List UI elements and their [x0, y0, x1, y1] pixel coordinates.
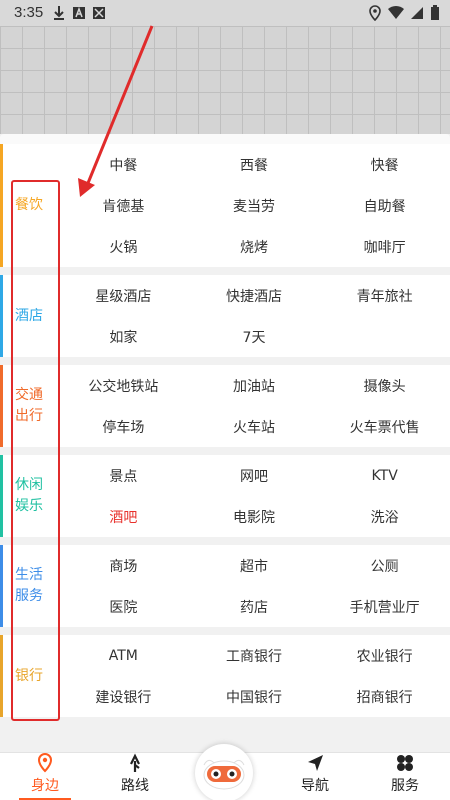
- category-item[interactable]: 景点: [58, 455, 189, 496]
- category-item[interactable]: 肯德基: [58, 185, 189, 226]
- status-time: 3:35: [14, 4, 44, 21]
- category-section: 休闲娱乐 景点 网吧 KTV 酒吧 电影院 洗浴: [0, 455, 450, 537]
- category-item[interactable]: 咖啡厅: [319, 226, 450, 267]
- category-color-bar: [0, 275, 3, 357]
- category-item[interactable]: 酒吧: [58, 496, 189, 537]
- category-item[interactable]: 农业银行: [319, 635, 450, 676]
- category-label-text: 餐饮: [15, 197, 43, 213]
- category-label[interactable]: 生活服务: [0, 545, 58, 627]
- font-a-icon: [73, 6, 85, 19]
- category-label-text: 休闲娱乐: [15, 477, 43, 514]
- category-item[interactable]: 工商银行: [189, 635, 320, 676]
- category-item[interactable]: 洗浴: [319, 496, 450, 537]
- no-signal-icon: [93, 7, 105, 19]
- category-item[interactable]: 公厕: [319, 545, 450, 586]
- nav-label: 路线: [121, 778, 149, 794]
- category-item[interactable]: 停车场: [58, 406, 189, 447]
- category-item[interactable]: 快餐: [319, 144, 450, 185]
- nav-item-navigate[interactable]: 导航: [275, 753, 355, 800]
- category-item[interactable]: KTV: [319, 455, 450, 496]
- category-color-bar: [0, 635, 3, 717]
- category-label-text: 酒店: [15, 307, 43, 324]
- category-items-grid: ATM 工商银行 农业银行建设银行 中国银行 招商银行: [58, 635, 450, 717]
- category-items-grid: 中餐 西餐 快餐肯德基 麦当劳 自助餐火锅 烧烤 咖啡厅: [58, 144, 450, 267]
- category-item[interactable]: 如家: [58, 316, 189, 357]
- category-item[interactable]: 医院: [58, 586, 189, 627]
- nav-label: 身边: [31, 778, 59, 794]
- nav-label: 服务: [391, 778, 419, 794]
- status-bar: 3:35: [0, 0, 450, 26]
- category-color-bar: [0, 545, 3, 627]
- category-item[interactable]: 火车站: [189, 406, 320, 447]
- category-color-bar: [0, 455, 3, 537]
- category-item[interactable]: 快捷酒店: [189, 275, 320, 316]
- category-item[interactable]: 自助餐: [319, 185, 450, 226]
- nav-item-nearby[interactable]: 身边: [5, 753, 85, 800]
- category-section: 生活服务 商场 超市 公厕医院 药店 手机营业厅: [0, 545, 450, 627]
- category-item[interactable]: 中国银行: [189, 676, 320, 717]
- wifi-icon: [388, 5, 404, 20]
- category-item[interactable]: 公交地铁站: [58, 365, 189, 406]
- category-item[interactable]: 火锅: [58, 226, 189, 267]
- category-item[interactable]: 加油站: [189, 365, 320, 406]
- nav-item-route[interactable]: 路线: [95, 753, 175, 800]
- category-label[interactable]: 酒店: [0, 275, 58, 357]
- category-item[interactable]: 青年旅社: [319, 275, 450, 316]
- category-items-grid: 商场 超市 公厕医院 药店 手机营业厅: [58, 545, 450, 627]
- category-label-text: 银行: [15, 667, 43, 684]
- category-item[interactable]: 药店: [189, 586, 320, 627]
- category-item[interactable]: 超市: [189, 545, 320, 586]
- category-section: 交通出行 公交地铁站 加油站 摄像头停车场 火车站 火车票代售: [0, 365, 450, 447]
- category-label[interactable]: 银行: [0, 635, 58, 717]
- clover-icon: [397, 755, 413, 771]
- category-label[interactable]: 交通出行: [0, 365, 58, 447]
- category-item[interactable]: 中餐: [58, 144, 189, 185]
- category-label-text: 生活服务: [15, 567, 43, 604]
- battery-icon: [431, 5, 439, 20]
- category-section: 餐饮 中餐 西餐 快餐肯德基 麦当劳 自助餐火锅 烧烤 咖啡厅: [0, 144, 450, 267]
- category-label[interactable]: 休闲娱乐: [0, 455, 58, 537]
- category-list: 餐饮 中餐 西餐 快餐肯德基 麦当劳 自助餐火锅 烧烤 咖啡厅酒店 星级酒店 快捷酒店 青年旅社如家…: [0, 144, 450, 725]
- category-label-text: 交通出行: [15, 387, 43, 424]
- category-label[interactable]: 餐饮: [0, 144, 58, 267]
- category-color-bar: [0, 365, 3, 447]
- location-icon: [369, 5, 381, 21]
- mascot-icon: [203, 759, 245, 790]
- category-items-grid: 景点 网吧 KTV 酒吧 电影院 洗浴: [58, 455, 450, 537]
- category-item[interactable]: 西餐: [189, 144, 320, 185]
- category-item[interactable]: 手机营业厅: [319, 586, 450, 627]
- category-item[interactable]: 摄像头: [319, 365, 450, 406]
- location-pin-icon: [37, 753, 53, 773]
- category-color-bar: [0, 144, 3, 267]
- category-item[interactable]: 7天: [189, 316, 320, 357]
- category-item[interactable]: 网吧: [189, 455, 320, 496]
- category-item[interactable]: 招商银行: [319, 676, 450, 717]
- category-items-grid: 公交地铁站 加油站 摄像头停车场 火车站 火车票代售: [58, 365, 450, 447]
- category-item[interactable]: ATM: [58, 635, 189, 676]
- download-icon: [54, 6, 64, 20]
- category-items-grid: 星级酒店 快捷酒店 青年旅社如家 7天: [58, 275, 450, 357]
- map-view[interactable]: [0, 26, 450, 134]
- signal-icon: [411, 7, 423, 19]
- category-item[interactable]: 电影院: [189, 496, 320, 537]
- category-item[interactable]: 麦当劳: [189, 185, 320, 226]
- category-item[interactable]: 火车票代售: [319, 406, 450, 447]
- nav-label: 导航: [301, 778, 329, 794]
- category-item[interactable]: 商场: [58, 545, 189, 586]
- category-item[interactable]: 烧烤: [189, 226, 320, 267]
- sheet-top-edge: [0, 134, 450, 144]
- center-mascot-button[interactable]: [195, 744, 253, 800]
- category-section: 银行 ATM 工商银行 农业银行建设银行 中国银行 招商银行: [0, 635, 450, 717]
- route-icon: [130, 753, 140, 772]
- category-item[interactable]: 建设银行: [58, 676, 189, 717]
- nav-item-services[interactable]: 服务: [365, 753, 445, 800]
- category-item[interactable]: 星级酒店: [58, 275, 189, 316]
- category-section: 酒店 星级酒店 快捷酒店 青年旅社如家 7天: [0, 275, 450, 357]
- navigation-arrow-icon: [308, 755, 323, 771]
